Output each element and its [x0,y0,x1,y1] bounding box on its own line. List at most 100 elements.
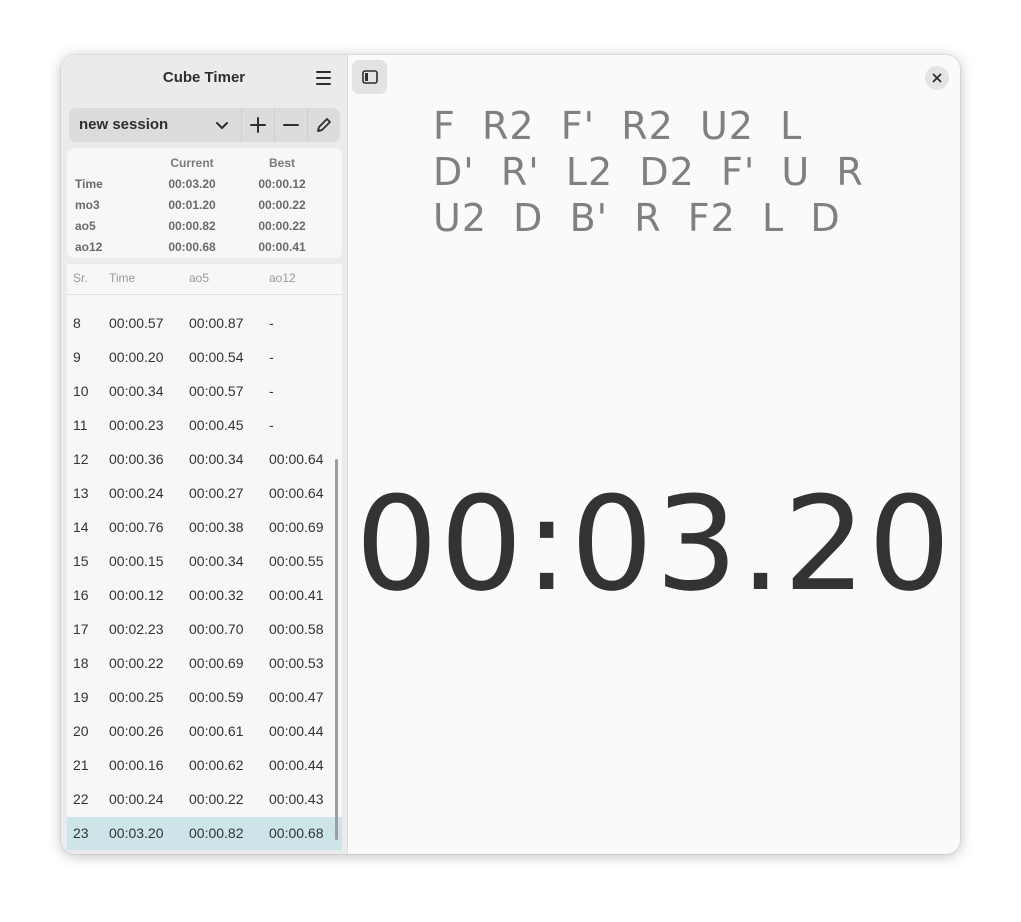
solve-ao12: 00:00.41 [269,587,324,603]
solve-sr: 10 [73,383,89,399]
hamburger-menu-icon [316,71,331,73]
stats-row-time: Time 00:03.20 00:00.12 [75,176,306,191]
solve-ao12: 00:00.64 [269,451,324,467]
sidebar-toggle-button[interactable] [352,60,387,94]
table-row[interactable]: 13 00:00.24 00:00.27 00:00.64 [67,477,342,511]
solve-ao5: 00:00.69 [189,655,244,671]
column-header-ao12: ao12 [269,271,296,285]
solve-sr: 9 [73,349,81,365]
pencil-icon [317,118,331,132]
solve-ao5: 00:00.87 [189,315,244,331]
solve-ao5: 00:00.22 [189,791,244,807]
solve-ao5: 00:00.82 [189,825,244,841]
solve-ao12: 00:00.53 [269,655,324,671]
remove-session-button[interactable] [274,108,307,142]
scramble-line: F R2 F' R2 U2 L [433,104,803,148]
solve-time: 00:00.16 [109,757,164,773]
solve-sr: 23 [73,825,89,841]
table-row[interactable]: 10 00:00.34 00:00.57 - [67,375,342,409]
solve-ao5: 00:00.70 [189,621,244,637]
solve-ao12: - [269,417,274,433]
table-row[interactable]: 8 00:00.57 00:00.87 - [67,307,342,341]
session-name: new session [79,116,169,133]
session-dropdown[interactable]: new session [69,108,241,142]
close-icon [932,73,942,83]
solve-ao5: 00:00.27 [189,485,244,501]
solve-ao12: 00:00.68 [269,825,324,841]
app-title: Cube Timer [162,69,246,86]
close-button[interactable] [925,66,949,90]
solve-sr: 20 [73,723,89,739]
solve-sr: 17 [73,621,89,637]
solve-time: 00:00.36 [109,451,164,467]
solve-sr: 18 [73,655,89,671]
table-row[interactable]: 14 00:00.76 00:00.38 00:00.69 [67,511,342,545]
edit-session-button[interactable] [307,108,340,142]
solve-ao5: 00:00.38 [189,519,244,535]
table-row[interactable]: 18 00:00.22 00:00.69 00:00.53 [67,647,342,681]
main-menu-button[interactable] [311,66,337,90]
solve-ao12: 00:00.69 [269,519,324,535]
solve-ao12: - [269,349,274,365]
solve-time: 00:00.20 [109,349,164,365]
solves-list[interactable]: Sr. Time ao5 ao12 8 00:00.57 00:00.87 - 9 00:… [67,264,342,850]
table-row[interactable]: 22 00:00.24 00:00.22 00:00.43 [67,783,342,817]
solve-sr: 11 [73,417,88,433]
timer-display[interactable]: 00:03.20 [348,469,960,619]
stats-header-best: Best [268,155,295,170]
statistics-panel: Current Best Time 00:03.20 00:00.12 mo3 … [67,148,342,258]
solve-sr: 15 [73,553,89,569]
table-row[interactable]: 23 00:03.20 00:00.82 00:00.68 [67,817,342,850]
table-row[interactable]: 20 00:00.26 00:00.61 00:00.44 [67,715,342,749]
scramble-display: F R2 F' R2 U2 L D' R' L2 D2 F' U R U2 D … [433,103,903,241]
solve-ao5: 00:00.57 [189,383,244,399]
add-session-button[interactable] [241,108,274,142]
solve-ao12: 00:00.44 [269,757,324,773]
solve-ao5: 00:00.34 [189,553,244,569]
column-header-sr: Sr. [73,271,88,285]
column-header-ao5: ao5 [189,271,210,285]
solve-sr: 19 [73,689,89,705]
solve-ao5: 00:00.34 [189,451,244,467]
solve-time: 00:00.15 [109,553,164,569]
table-row[interactable]: 12 00:00.36 00:00.34 00:00.64 [67,443,342,477]
table-row[interactable]: 21 00:00.16 00:00.62 00:00.44 [67,749,342,783]
solve-time: 00:00.57 [109,315,164,331]
solve-time: 00:03.20 [109,825,164,841]
table-row[interactable]: 16 00:00.12 00:00.32 00:00.41 [67,579,342,613]
solve-time: 00:00.76 [109,519,164,535]
solve-ao5: 00:00.62 [189,757,244,773]
solve-time: 00:00.12 [109,587,164,603]
solve-time: 00:00.25 [109,689,164,705]
solve-ao12: 00:00.47 [269,689,324,705]
solve-sr: 21 [73,757,89,773]
table-row[interactable]: 19 00:00.25 00:00.59 00:00.47 [67,681,342,715]
minus-icon [283,124,299,126]
stats-header-current: Current [170,155,214,170]
solve-sr: 13 [73,485,89,501]
solve-ao5: 00:00.32 [189,587,244,603]
main-area: F R2 F' R2 U2 L D' R' L2 D2 F' U R U2 D … [348,55,960,854]
table-row[interactable]: 9 00:00.20 00:00.54 - [67,341,342,375]
table-row[interactable]: 17 00:02.23 00:00.70 00:00.58 [67,613,342,647]
plus-icon [250,117,266,133]
scrollbar[interactable] [335,459,338,840]
scramble-line: D' R' L2 D2 F' U R [433,150,864,194]
stats-row-mo3: mo3 00:01.20 00:00.22 [75,197,306,212]
session-toolbar: new session [69,108,340,142]
solve-sr: 8 [73,315,81,331]
solve-sr: 14 [73,519,89,535]
solve-time: 00:00.22 [109,655,164,671]
table-row[interactable]: 11 00:00.23 00:00.45 - [67,409,342,443]
solve-sr: 22 [73,791,89,807]
sidebar-header: Cube Timer [61,55,347,101]
solve-ao5: 00:00.54 [189,349,244,365]
scramble-line: U2 D B' R F2 L D [433,196,841,240]
table-row[interactable]: 15 00:00.15 00:00.34 00:00.55 [67,545,342,579]
stats-row-ao5: ao5 00:00.82 00:00.22 [75,218,306,233]
chevron-down-icon [216,122,228,129]
column-header-time: Time [109,271,136,285]
solve-ao12: - [269,383,274,399]
solve-time: 00:00.26 [109,723,164,739]
app-window: Cube Timer new session Current Best Time… [61,55,960,854]
